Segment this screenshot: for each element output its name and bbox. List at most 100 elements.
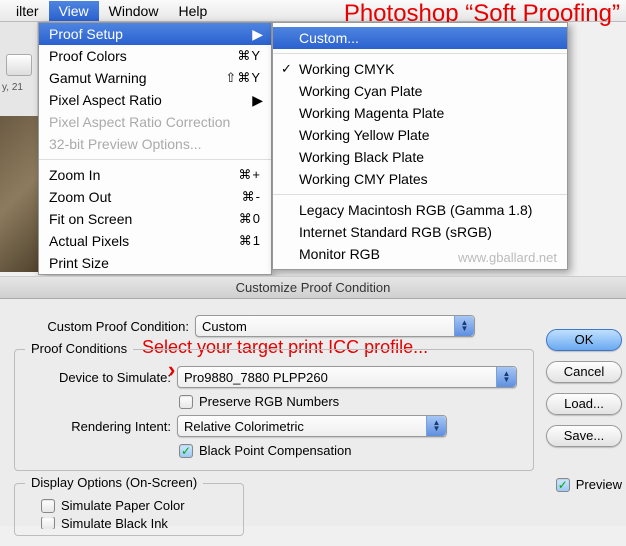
menu-item-label: Proof Setup [49, 26, 123, 42]
checkmark-icon: ✓ [281, 61, 292, 77]
submenu-yellow[interactable]: Working Yellow Plate [273, 124, 567, 146]
select-caps-icon: ▲▼ [426, 416, 446, 436]
submenu-arrow-icon: ▶ [252, 92, 263, 109]
submenu-black[interactable]: Working Black Plate [273, 146, 567, 168]
menu-item-label: Zoom In [49, 167, 100, 183]
menu-gamut-warning[interactable]: Gamut Warning ⇧⌘Y [39, 67, 271, 89]
bpc-checkbox[interactable]: ✓ Black Point Compensation [179, 443, 525, 458]
menu-separator [39, 159, 271, 160]
menu-item-label: Gamut Warning [49, 70, 147, 86]
menu-shortcut: ⌘Y [237, 48, 261, 64]
submenu-custom[interactable]: Custom... [273, 27, 567, 49]
submenu-item-label: Legacy Macintosh RGB (Gamma 1.8) [299, 202, 532, 218]
proof-conditions-group: Proof Conditions Device to Simulate: Pro… [14, 349, 534, 471]
submenu-separator [273, 194, 567, 195]
menu-item-label: Fit on Screen [49, 211, 132, 227]
submenu-cyan[interactable]: Working Cyan Plate [273, 80, 567, 102]
submenu-item-label: Working Yellow Plate [299, 127, 429, 143]
dialog-title: Customize Proof Condition [0, 277, 626, 299]
checkbox-label: Simulate Paper Color [61, 498, 185, 513]
custom-proof-select[interactable]: Custom ▲▼ [195, 315, 475, 337]
menu-shortcut: ⌘+ [238, 167, 261, 183]
tab-label: y, 21 [0, 78, 37, 97]
menu-actual-pixels[interactable]: Actual Pixels ⌘1 [39, 230, 271, 252]
menu-shortcut: ⌘1 [239, 233, 261, 249]
submenu-srgb[interactable]: Internet Standard RGB (sRGB) [273, 221, 567, 243]
menu-shortcut: ⇧⌘Y [225, 70, 261, 86]
submenu-item-label: Working CMYK [299, 61, 394, 77]
device-label: Device to Simulate: [23, 370, 171, 385]
menu-print-size[interactable]: Print Size [39, 252, 271, 274]
menu-pixel-aspect-ratio[interactable]: Pixel Aspect Ratio ▶ [39, 89, 271, 111]
customize-proof-dialog: Customize Proof Condition Custom Proof C… [0, 276, 626, 526]
rendering-label: Rendering Intent: [23, 419, 171, 434]
display-options-group: Display Options (On-Screen) Simulate Pap… [14, 483, 244, 536]
save-button[interactable]: Save... [546, 425, 622, 447]
menu-shortcut: ⌘0 [239, 211, 261, 227]
submenu-cmy[interactable]: Working CMY Plates [273, 168, 567, 190]
menu-zoom-out[interactable]: Zoom Out ⌘- [39, 186, 271, 208]
group-legend: Display Options (On-Screen) [25, 475, 203, 490]
menu-item-label: Pixel Aspect Ratio [49, 92, 162, 108]
menu-view[interactable]: View [49, 1, 99, 21]
checkbox-icon [41, 499, 55, 513]
select-caps-icon: ▲▼ [496, 367, 516, 387]
checkbox-label: Preserve RGB Numbers [199, 394, 339, 409]
submenu-item-label: Working CMY Plates [299, 171, 428, 187]
menu-item-label: Proof Colors [49, 48, 127, 64]
simulate-ink-checkbox[interactable]: Simulate Black Ink [41, 517, 235, 529]
menu-zoom-in[interactable]: Zoom In ⌘+ [39, 164, 271, 186]
menu-window[interactable]: Window [99, 1, 169, 21]
watermark: www.gballard.net [458, 250, 557, 265]
submenu-item-label: Working Cyan Plate [299, 83, 422, 99]
document-thumbnail [0, 116, 38, 272]
submenu-item-label: Working Black Plate [299, 149, 424, 165]
menu-filter[interactable]: ilter [6, 1, 49, 21]
menu-item-label: Zoom Out [49, 189, 111, 205]
submenu-arrow-icon: ▶ [252, 26, 263, 43]
custom-proof-label: Custom Proof Condition: [14, 319, 189, 334]
menu-item-label: Print Size [49, 255, 109, 271]
menu-help[interactable]: Help [168, 1, 217, 21]
submenu-magenta[interactable]: Working Magenta Plate [273, 102, 567, 124]
checkbox-icon: ✓ [556, 478, 570, 492]
simulate-paper-checkbox[interactable]: Simulate Paper Color [41, 498, 235, 513]
submenu-legacy-mac[interactable]: Legacy Macintosh RGB (Gamma 1.8) [273, 199, 567, 221]
select-value: Relative Colorimetric [184, 419, 304, 434]
ok-button[interactable]: OK [546, 329, 622, 351]
button-column: OK Cancel Load... Save... [546, 329, 622, 447]
proof-setup-submenu: Custom... ✓ Working CMYK Working Cyan Pl… [272, 22, 568, 270]
submenu-item-label: Working Magenta Plate [299, 105, 444, 121]
menu-fit-on-screen[interactable]: Fit on Screen ⌘0 [39, 208, 271, 230]
rendering-select[interactable]: Relative Colorimetric ▲▼ [177, 415, 447, 437]
menu-item-label: Pixel Aspect Ratio Correction [49, 114, 230, 130]
preserve-rgb-checkbox[interactable]: Preserve RGB Numbers [179, 394, 525, 409]
checkbox-icon [41, 517, 55, 529]
tool-icon[interactable] [6, 54, 32, 76]
menu-proof-setup[interactable]: Proof Setup ▶ [39, 23, 271, 45]
menu-item-label: 32-bit Preview Options... [49, 136, 202, 152]
menu-32bit-preview: 32-bit Preview Options... [39, 133, 271, 155]
select-value: Pro9880_7880 PLPP260 [184, 370, 328, 385]
checkbox-label: Preview [576, 477, 622, 492]
submenu-separator [273, 53, 567, 54]
select-value: Custom [202, 319, 247, 334]
checkbox-label: Simulate Black Ink [61, 517, 168, 529]
checkbox-label: Black Point Compensation [199, 443, 351, 458]
submenu-item-label: Internet Standard RGB (sRGB) [299, 224, 492, 240]
submenu-item-label: Monitor RGB [299, 246, 380, 262]
load-button[interactable]: Load... [546, 393, 622, 415]
preview-checkbox[interactable]: ✓ Preview [556, 477, 622, 492]
menu-shortcut: ⌘- [242, 189, 261, 205]
device-select[interactable]: Pro9880_7880 PLPP260 ▲▼ [177, 366, 517, 388]
submenu-working-cmyk[interactable]: ✓ Working CMYK [273, 58, 567, 80]
submenu-item-label: Custom... [299, 30, 359, 46]
select-caps-icon: ▲▼ [454, 316, 474, 336]
cancel-button[interactable]: Cancel [546, 361, 622, 383]
menu-proof-colors[interactable]: Proof Colors ⌘Y [39, 45, 271, 67]
checkbox-icon [179, 395, 193, 409]
view-menu-panel: Proof Setup ▶ Proof Colors ⌘Y Gamut Warn… [38, 22, 272, 275]
group-legend: Proof Conditions [25, 341, 133, 356]
menu-item-label: Actual Pixels [49, 233, 129, 249]
menu-par-correction: Pixel Aspect Ratio Correction [39, 111, 271, 133]
